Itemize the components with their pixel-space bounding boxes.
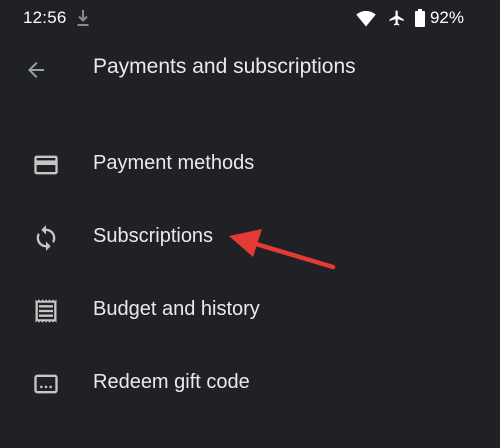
status-icons: 92% [356, 7, 464, 29]
menu-item-budget-and-history[interactable]: Budget and history [0, 273, 500, 346]
page-title: Payments and subscriptions [93, 55, 356, 78]
credit-card-icon [32, 151, 60, 179]
menu-item-label: Budget and history [93, 298, 260, 320]
menu-item-redeem-gift-code[interactable]: Redeem gift code [0, 346, 500, 419]
app-bar: Payments and subscriptions [0, 36, 500, 104]
arrow-back-icon [28, 62, 44, 78]
wifi-icon [356, 10, 376, 26]
menu-item-label: Payment methods [93, 152, 255, 174]
menu-item-subscriptions[interactable]: Subscriptions [0, 200, 500, 273]
download-icon [77, 10, 89, 26]
menu-item-label: Redeem gift code [93, 371, 250, 393]
battery-icon [414, 9, 425, 27]
menu-item-label: Subscriptions [93, 225, 214, 247]
status-bar: 12:56 92% [0, 0, 500, 36]
gift-code-icon [32, 370, 60, 398]
sync-icon [32, 224, 60, 252]
receipt-icon [32, 297, 60, 325]
menu-list: Payment methods Subscriptions Budget and… [0, 127, 500, 419]
status-time: 12:56 [23, 8, 67, 27]
battery-percentage: 92% [429, 8, 464, 27]
airplane-icon [389, 10, 404, 26]
back-button[interactable] [18, 52, 54, 88]
menu-item-payment-methods[interactable]: Payment methods [0, 127, 500, 200]
